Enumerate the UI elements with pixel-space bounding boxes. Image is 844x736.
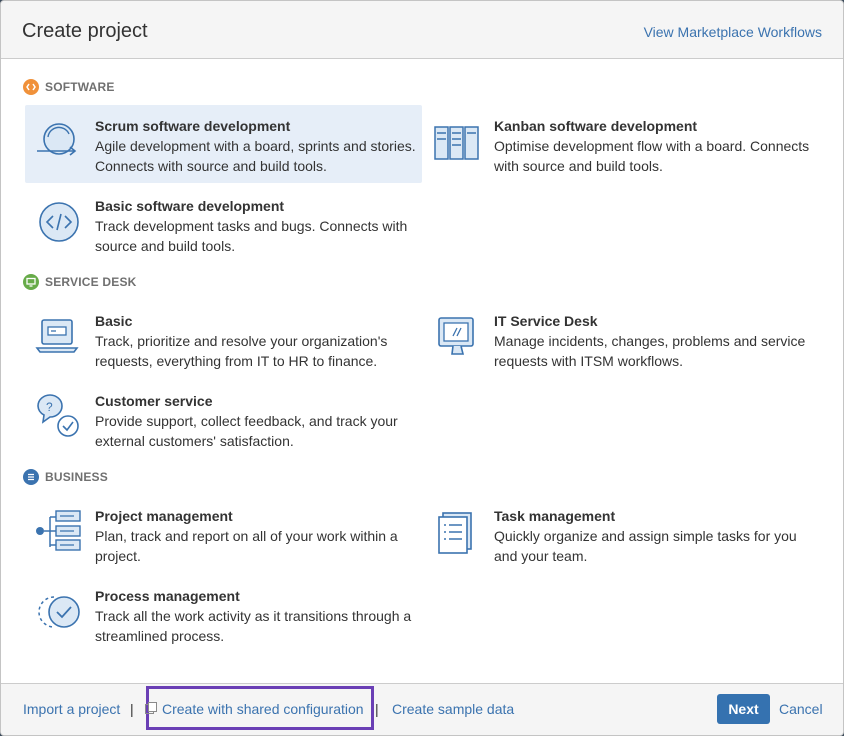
template-customer-service[interactable]: ? Customer service Provide support, coll… xyxy=(25,380,422,458)
footer-separator: | xyxy=(130,701,134,717)
template-basic-software-development[interactable]: Basic software development Track develop… xyxy=(25,185,422,263)
project-tree-icon xyxy=(34,507,84,557)
chat-question-icon: ? xyxy=(34,392,84,442)
template-kanban-software-development[interactable]: Kanban software development Optimise dev… xyxy=(424,105,821,183)
template-project-management[interactable]: Project management Plan, track and repor… xyxy=(25,495,422,573)
item-description: Track all the work activity as it transi… xyxy=(95,608,412,644)
item-description: Track development tasks and bugs. Connec… xyxy=(95,218,408,254)
task-list-icon xyxy=(433,507,483,557)
item-title: Project management xyxy=(95,508,233,524)
item-description: Quickly organize and assign simple tasks… xyxy=(494,528,797,564)
page-title: Create project xyxy=(22,20,148,42)
item-title: Task management xyxy=(494,508,616,524)
create-with-shared-configuration-link[interactable]: Create with shared configuration xyxy=(145,701,364,717)
item-title: Customer service xyxy=(95,393,213,409)
section-heading-business: BUSINESS xyxy=(23,468,108,486)
laptop-icon xyxy=(34,312,84,362)
cancel-link[interactable]: Cancel xyxy=(779,701,823,717)
footer-separator: | xyxy=(375,701,379,717)
monitor-icon xyxy=(23,274,39,290)
process-check-icon xyxy=(34,587,84,637)
template-process-management[interactable]: Process management Track all the work ac… xyxy=(25,575,422,653)
next-button[interactable]: Next xyxy=(717,694,770,724)
dialog-header: Create project View Marketplace Workflow… xyxy=(1,1,843,59)
item-title: Basic software development xyxy=(95,198,285,214)
section-label: BUSINESS xyxy=(45,470,108,484)
create-sample-data-link[interactable]: Create sample data xyxy=(392,701,514,717)
item-description: Track, prioritize and resolve your organ… xyxy=(95,333,388,369)
item-title: IT Service Desk xyxy=(494,313,598,329)
template-task-management[interactable]: Task management Quickly organize and ass… xyxy=(424,495,821,573)
template-scrum-software-development[interactable]: Scrum software development Agile develop… xyxy=(25,105,422,183)
item-description: Plan, track and report on all of your wo… xyxy=(95,528,398,564)
create-project-dialog: Create project View Marketplace Workflow… xyxy=(0,0,844,736)
item-title: Scrum software development xyxy=(95,118,291,134)
desktop-monitor-icon xyxy=(433,312,483,362)
shared-config-label: Create with shared configuration xyxy=(162,701,364,717)
shared-config-icon xyxy=(145,701,157,717)
item-description: Agile development with a board, sprints … xyxy=(95,138,416,174)
template-it-service-desk[interactable]: IT Service Desk Manage incidents, change… xyxy=(424,300,821,378)
item-title: Basic xyxy=(95,313,133,329)
kanban-board-icon xyxy=(433,117,483,167)
import-project-link[interactable]: Import a project xyxy=(23,701,120,717)
dialog-footer: Import a project | Create with shared co… xyxy=(1,683,843,735)
item-description: Optimise development flow with a board. … xyxy=(494,138,810,174)
section-label: SERVICE DESK xyxy=(45,275,137,289)
view-marketplace-workflows-link[interactable]: View Marketplace Workflows xyxy=(644,24,822,40)
scrum-cycle-icon xyxy=(34,117,84,167)
section-heading-software: SOFTWARE xyxy=(23,78,115,96)
item-title: Process management xyxy=(95,588,240,604)
svg-text:?: ? xyxy=(46,400,53,414)
section-label: SOFTWARE xyxy=(45,80,115,94)
code-icon xyxy=(23,79,39,95)
item-title: Kanban software development xyxy=(494,118,698,134)
item-description: Provide support, collect feedback, and t… xyxy=(95,413,398,449)
item-description: Manage incidents, changes, problems and … xyxy=(494,333,806,369)
section-heading-service-desk: SERVICE DESK xyxy=(23,273,137,291)
list-icon xyxy=(23,469,39,485)
template-basic-service-desk[interactable]: Basic Track, prioritize and resolve your… xyxy=(25,300,422,378)
code-brackets-icon xyxy=(34,197,84,247)
